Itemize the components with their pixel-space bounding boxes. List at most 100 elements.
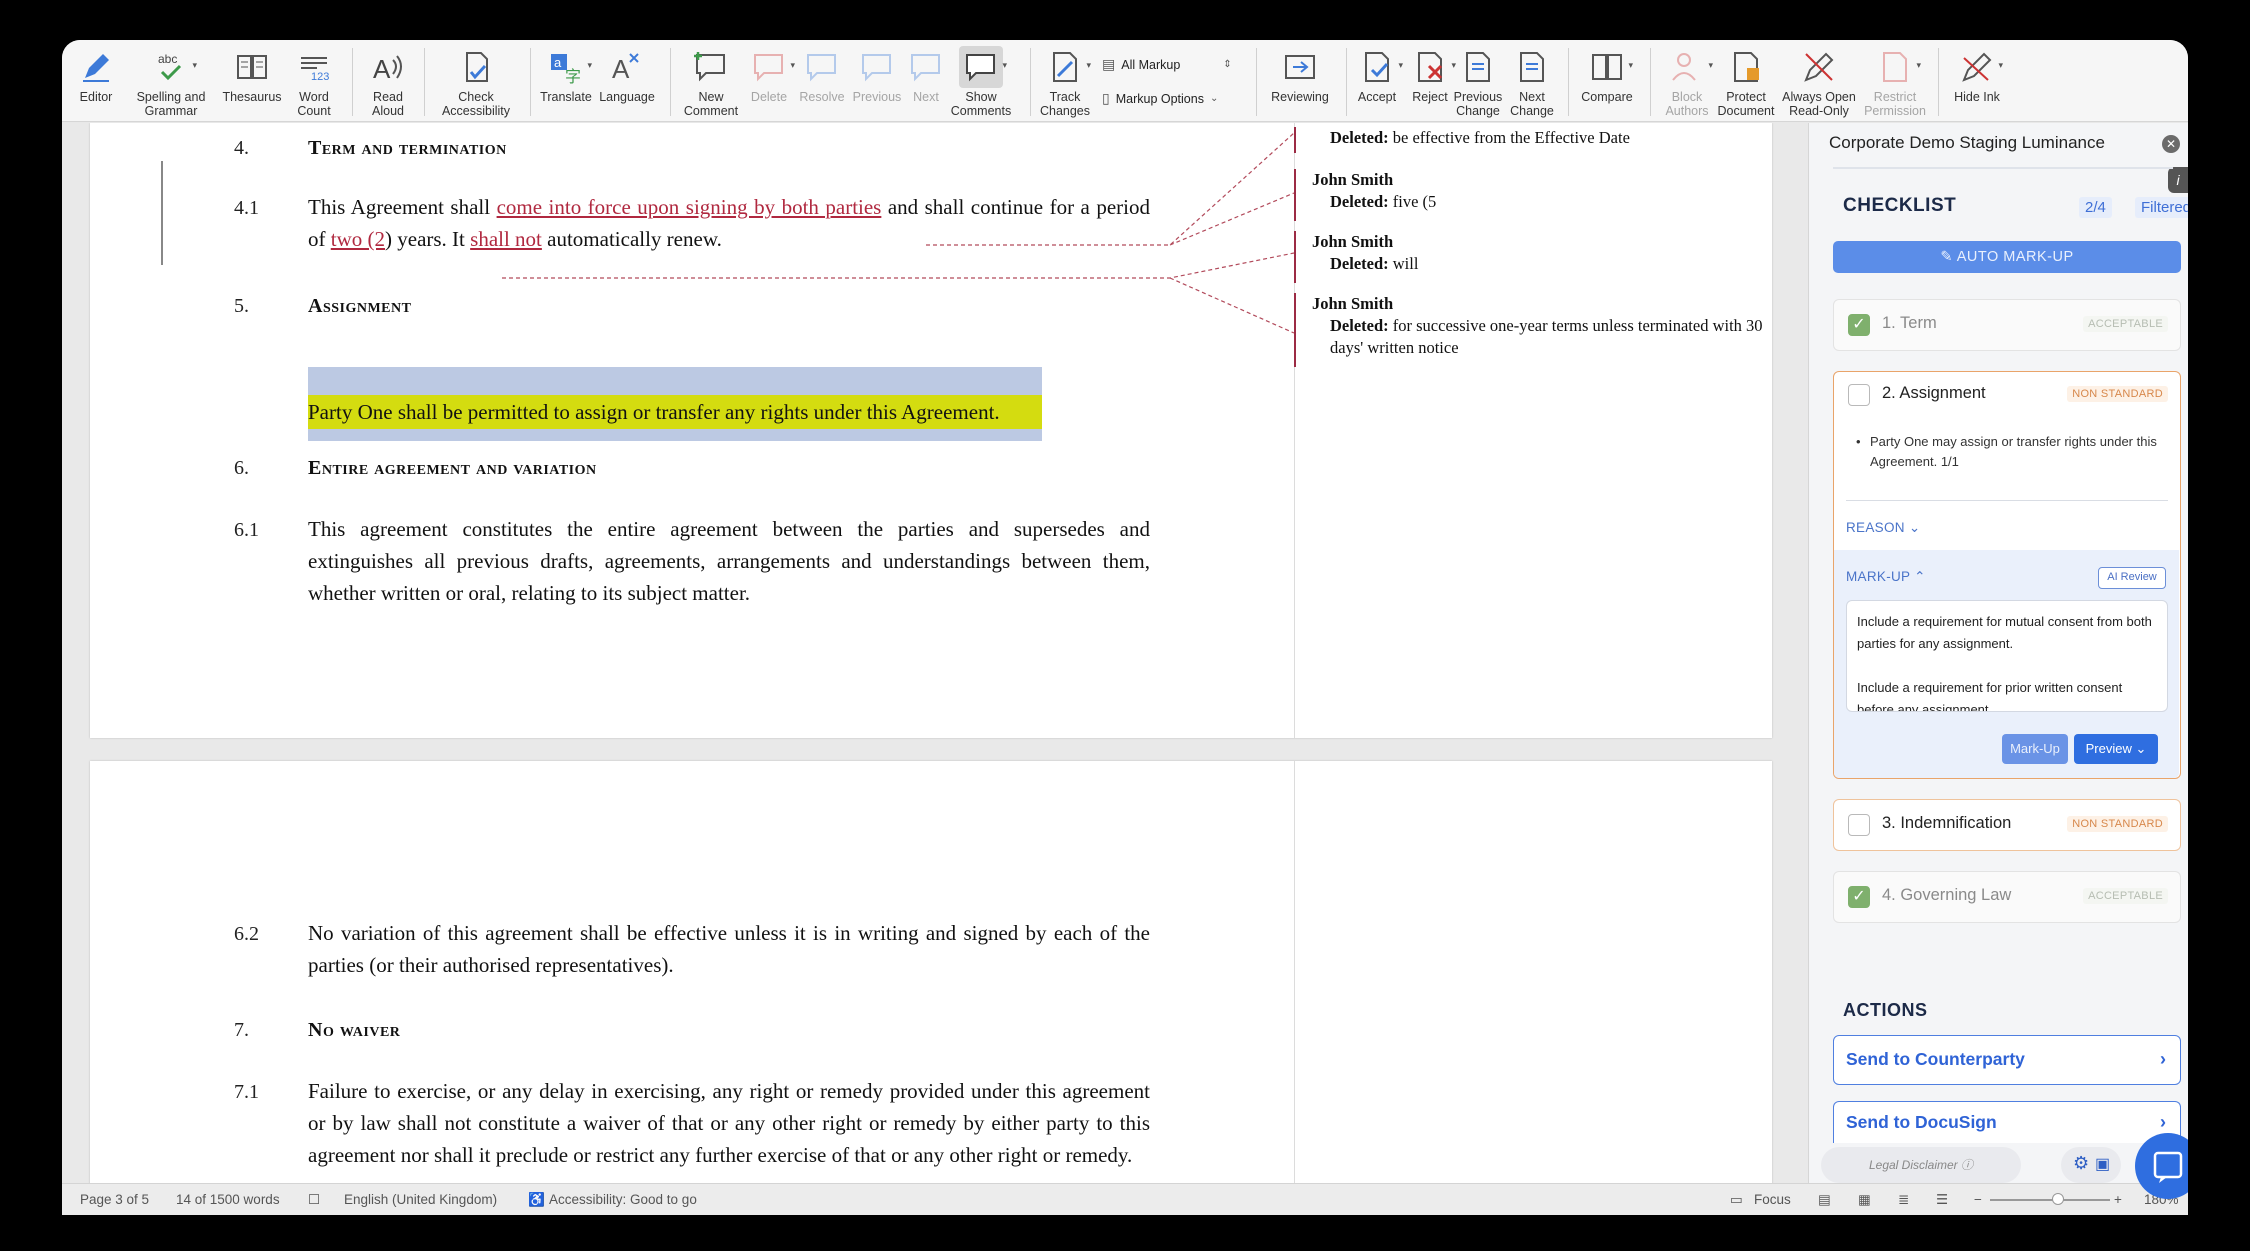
editor-button[interactable]: Editor <box>66 46 126 104</box>
next-change-button[interactable]: Next Change <box>1504 46 1560 118</box>
document-canvas[interactable]: 4. Term and termination 4.1 This Agreeme… <box>62 123 1808 1183</box>
settings-save-group: ⚙ ▣ <box>2061 1147 2121 1183</box>
send-to-docusign-button[interactable]: Send to DocuSign › <box>1833 1101 2181 1143</box>
markup-options-button[interactable]: ▯ Markup Options ⌄ <box>1102 90 1218 107</box>
chevron-down-icon: ⌄ <box>1209 93 1219 104</box>
zoom-slider-thumb[interactable] <box>2052 1193 2064 1205</box>
read-aloud-button[interactable]: A Read Aloud <box>358 46 418 118</box>
track-changes-icon <box>1053 52 1077 82</box>
track-changes-button[interactable]: ▾ Track Changes <box>1032 46 1098 118</box>
checklist-item-governing-law[interactable]: ✓ 4. Governing Law ACCEPTABLE <box>1833 871 2181 923</box>
checklist-heading: CHECKLIST <box>1843 195 1957 216</box>
page-indicator[interactable]: Page 3 of 5 <box>80 1192 149 1207</box>
comment-bar <box>1294 231 1296 283</box>
hide-ink-button[interactable]: ▾ Hide Ink <box>1942 46 2012 104</box>
markup-toggle[interactable]: MARK-UP ⌃ <box>1846 569 1926 585</box>
checklist-count-badge: 2/4 <box>2079 197 2112 218</box>
status-badge: NON STANDARD <box>2067 816 2168 832</box>
zoom-out-icon[interactable]: − <box>1974 1192 1982 1207</box>
hide-ink-icon <box>1962 52 1992 82</box>
heading-entire-agreement: Entire agreement and variation <box>308 457 597 479</box>
comment-balloon[interactable]: John Smith Deleted: five (5 <box>1312 169 1772 213</box>
markup-instructions-input[interactable]: Include a requirement for mutual consent… <box>1846 600 2168 712</box>
accept-change-icon <box>1365 52 1389 82</box>
tracked-insertion[interactable]: two (2 <box>331 227 385 251</box>
panel-footer: Legal Disclaimer ⓘ ⚙ ▣ <box>1809 1133 2188 1199</box>
word-count[interactable]: 14 of 1500 words <box>176 1192 280 1207</box>
accept-change-button[interactable]: ▾ Accept <box>1346 46 1408 104</box>
print-layout-icon[interactable]: ▤ <box>1818 1192 1831 1208</box>
actions-heading: ACTIONS <box>1843 1000 1928 1020</box>
draft-icon[interactable]: ☰ <box>1936 1192 1948 1208</box>
svg-text:a: a <box>554 55 562 70</box>
accessibility-status[interactable]: Accessibility: Good to go <box>549 1192 697 1207</box>
check-accessibility-icon <box>466 52 488 82</box>
finding-item[interactable]: Party One may assign or transfer rights … <box>1856 432 2160 472</box>
send-to-counterparty-button[interactable]: Send to Counterparty › <box>1833 1035 2181 1085</box>
spelling-grammar-button[interactable]: abc ▾ Spelling and Grammar <box>126 46 216 118</box>
svg-text:abc: abc <box>158 52 177 66</box>
comment-bar <box>1294 169 1296 221</box>
previous-change-icon <box>1466 52 1490 82</box>
editor-pen-icon <box>83 54 109 82</box>
protect-document-button[interactable]: Protect Document <box>1710 46 1782 118</box>
reason-toggle[interactable]: REASON ⌄ <box>1846 520 1921 536</box>
filtered-badge[interactable]: Filtered <box>2135 197 2188 218</box>
ai-review-button[interactable]: AI Review <box>2098 567 2166 589</box>
gear-icon[interactable]: ⚙ <box>2073 1153 2089 1174</box>
close-icon[interactable]: ✕ <box>2162 135 2180 153</box>
show-comments-icon <box>966 54 995 82</box>
comment-bar <box>1294 127 1296 153</box>
language-button[interactable]: A Language <box>592 46 662 104</box>
clause-7-1: Failure to exercise, or any delay in exe… <box>308 1079 1150 1167</box>
checkbox-checked[interactable]: ✓ <box>1848 314 1870 336</box>
thesaurus-button[interactable]: Thesaurus <box>212 46 292 104</box>
checkbox[interactable] <box>1848 814 1870 836</box>
comment-balloon[interactable]: Deleted: be effective from the Effective… <box>1330 127 1770 149</box>
always-open-read-only-button[interactable]: Always Open Read-Only <box>1774 46 1864 118</box>
heading-term: Term and termination <box>308 137 507 159</box>
word-count-button[interactable]: 123 Word Count <box>282 46 346 118</box>
checkbox-checked[interactable]: ✓ <box>1848 886 1870 908</box>
proofing-icon[interactable]: ☐ <box>308 1192 320 1208</box>
web-layout-icon[interactable]: ▦ <box>1858 1192 1871 1208</box>
assistant-fab[interactable] <box>2135 1133 2188 1199</box>
restrict-permission-button[interactable]: ▾ Restrict Permission <box>1854 46 1936 118</box>
translate-button[interactable]: a 字 ▾ Translate <box>534 46 598 104</box>
zoom-in-icon[interactable]: + <box>2114 1192 2122 1207</box>
checklist-item-assignment[interactable]: 2. Assignment NON STANDARD Party One may… <box>1833 371 2181 779</box>
panel-title: Corporate Demo Staging Luminance <box>1829 133 2105 152</box>
focus-icon: ▭ <box>1730 1192 1743 1207</box>
clause-6-2: No variation of this agreement shall be … <box>308 921 1150 977</box>
markup-select[interactable]: ▤ All Markup ⇕ <box>1102 56 1232 73</box>
markup-button[interactable]: Mark-Up <box>2002 734 2068 764</box>
checkbox[interactable] <box>1848 384 1870 406</box>
tracked-insertion[interactable]: come into force upon signing by both par… <box>497 195 882 219</box>
reviewing-pane-button[interactable]: Reviewing <box>1258 46 1342 104</box>
word-count-icon: 123 <box>301 57 329 83</box>
auto-markup-button[interactable]: ✎ AUTO MARK-UP <box>1833 241 2181 273</box>
word-window: Editor abc ▾ Spelling and Grammar Thesaur… <box>62 40 2188 1215</box>
tracked-insertion[interactable]: shall not <box>470 227 542 251</box>
chevron-down-icon: ⌄ <box>1908 520 1921 535</box>
comment-bar <box>1294 293 1296 367</box>
info-icon[interactable]: i <box>2168 167 2188 193</box>
legal-disclaimer-button[interactable]: Legal Disclaimer ⓘ <box>1821 1147 2021 1183</box>
previous-change-button[interactable]: Previous Change <box>1448 46 1508 118</box>
thesaurus-book-icon <box>237 55 267 79</box>
comment-balloon[interactable]: John Smith Deleted: for successive one-y… <box>1312 293 1772 359</box>
checklist-item-term[interactable]: ✓ 1. Term ACCEPTABLE <box>1833 299 2181 351</box>
checklist-item-indemnification[interactable]: 3. Indemnification NON STANDARD <box>1833 799 2181 851</box>
check-accessibility-button[interactable]: Check Accessibility <box>428 46 524 118</box>
language-indicator[interactable]: English (United Kingdom) <box>344 1192 497 1207</box>
preview-button[interactable]: Preview ⌄ <box>2074 734 2158 764</box>
clause-5-text[interactable]: Party One shall be permitted to assign o… <box>308 396 1000 428</box>
save-icon[interactable]: ▣ <box>2095 1154 2110 1174</box>
show-comments-button[interactable]: ▾ Show Comments <box>942 46 1020 118</box>
compare-button[interactable]: ▾ Compare <box>1572 46 1642 104</box>
clause-4-1: This Agreement shall come into force upo… <box>308 195 1150 251</box>
zoom-slider[interactable] <box>1990 1199 2110 1201</box>
comment-balloon[interactable]: John Smith Deleted: will <box>1312 231 1772 275</box>
outline-icon[interactable]: ≣ <box>1898 1192 1909 1208</box>
focus-button[interactable]: Focus <box>1754 1192 1791 1207</box>
